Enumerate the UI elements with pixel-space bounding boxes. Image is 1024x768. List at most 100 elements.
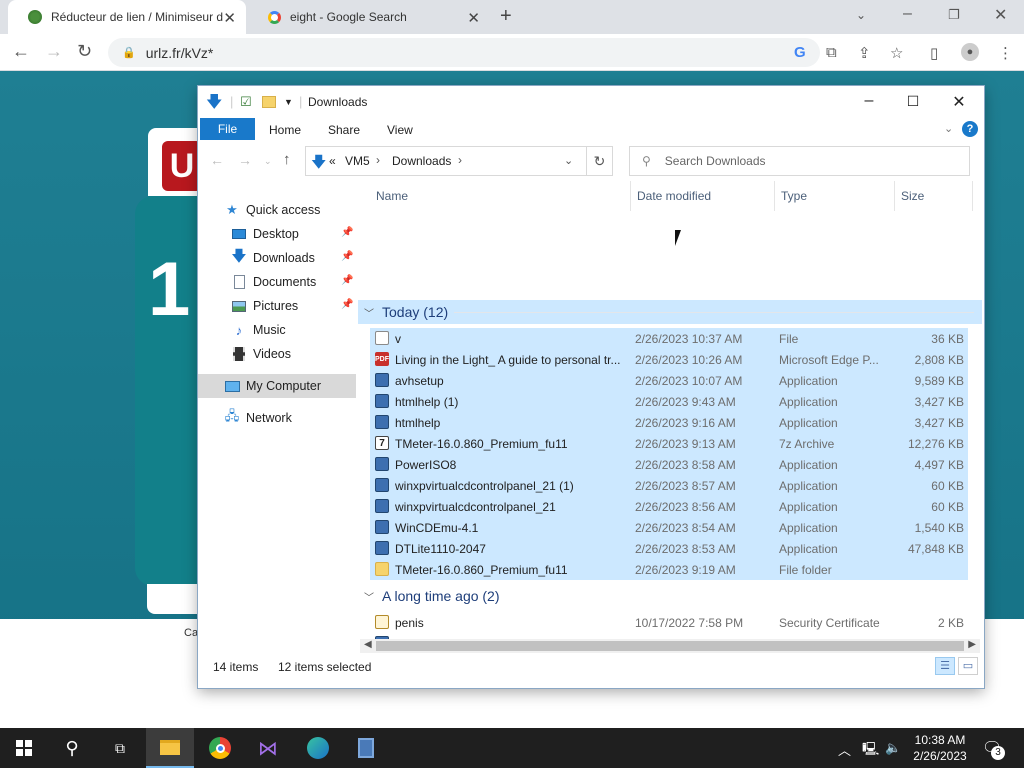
restore-button[interactable]: ❐ — [948, 7, 960, 23]
customize-qat-chevron-icon[interactable]: ▼ — [284, 97, 293, 107]
google-lens-icon[interactable]: G — [794, 44, 806, 61]
nav-item-my-computer[interactable]: My Computer — [198, 374, 356, 398]
file-row[interactable]: WinCDEmu-4.1 2/26/2023 8:54 AM Application… — [370, 517, 968, 538]
file-row[interactable]: PowerISO8 2/26/2023 8:58 AM Application 4,4… — [370, 454, 968, 475]
column-header-name[interactable]: Name — [376, 189, 408, 203]
column-header-size[interactable]: Size — [901, 189, 924, 203]
file-row[interactable]: PDF Living in the Light_ A guide to perso… — [370, 349, 968, 370]
breadcrumb-separator-icon[interactable]: › — [376, 153, 380, 167]
pin-icon[interactable]: 📌 — [341, 275, 353, 286]
address-dropdown-chevron-icon[interactable]: ⌄ — [564, 154, 573, 167]
refresh-icon[interactable]: ↻ — [587, 146, 613, 176]
translate-icon[interactable]: ⧉ — [826, 44, 837, 61]
explorer-forward-icon[interactable]: → — [238, 152, 252, 168]
explorer-address-bar[interactable]: 🡇 « VM5 › Downloads › ⌄ — [305, 146, 587, 176]
tab-search-chevron-icon[interactable]: ⌄ — [856, 8, 866, 22]
breadcrumb-separator-icon[interactable]: › — [458, 153, 462, 167]
reload-icon[interactable]: ↻ — [77, 41, 92, 62]
file-row[interactable]: v 2/26/2023 10:37 AM File 36 KB — [370, 328, 968, 349]
column-header-date-modified[interactable]: Date modified — [637, 189, 711, 203]
profile-avatar-icon[interactable]: ● — [961, 43, 979, 61]
file-row[interactable]: DTLite1110-2047 2/26/2023 8:53 AM Applicat… — [370, 538, 968, 559]
column-divider[interactable] — [630, 181, 631, 211]
nav-item-videos[interactable]: Videos — [198, 342, 356, 366]
visual-studio-icon[interactable]: ⋈ — [244, 728, 292, 768]
column-divider[interactable] — [774, 181, 775, 211]
column-divider[interactable] — [972, 181, 973, 211]
explorer-close-button[interactable]: ✕ — [949, 92, 969, 112]
group-collapse-chevron-icon[interactable]: ﹀ — [364, 589, 374, 604]
scroll-right-arrow-icon[interactable]: ▶ — [968, 639, 976, 650]
help-button[interactable]: ? — [962, 121, 978, 137]
task-view-icon[interactable]: ⧉ — [96, 728, 144, 768]
new-folder-icon[interactable] — [262, 96, 276, 108]
nav-item-pictures[interactable]: Pictures 📌 — [198, 294, 356, 318]
explorer-minimize-button[interactable]: – — [859, 92, 879, 110]
nav-item-quick-access[interactable]: ★ Quick access — [198, 198, 356, 222]
file-row[interactable]: avhsetup 2/26/2023 10:07 AM Application 9,5… — [370, 370, 968, 391]
pin-icon[interactable]: 📌 — [341, 251, 353, 262]
menu-dots-icon[interactable]: ⋮ — [998, 44, 1013, 62]
expand-ribbon-chevron-icon[interactable]: ⌄ — [944, 122, 953, 135]
calculator-icon[interactable] — [342, 728, 390, 768]
file-row[interactable]: TMeter-16.0.860_Premium_fu11 2/26/2023 9:… — [370, 559, 968, 580]
file-row[interactable]: penis 10/17/2022 7:58 PM Security Certific… — [370, 612, 968, 633]
file-row[interactable]: htmlhelp (1) 2/26/2023 9:43 AM Application… — [370, 391, 968, 412]
breadcrumb-downloads[interactable]: Downloads — [392, 154, 451, 168]
file-explorer-icon[interactable] — [146, 728, 194, 768]
column-divider[interactable] — [894, 181, 895, 211]
up-folder-icon[interactable]: ↑ — [283, 151, 291, 168]
file-row[interactable]: winxpvirtualcdcontrolpanel_21 2/26/2023 8… — [370, 496, 968, 517]
recent-locations-chevron-icon[interactable]: ⌄ — [264, 156, 272, 167]
group-header-today[interactable]: ﹀ Today (12) — [358, 300, 982, 324]
breadcrumb-vm5[interactable]: VM5 — [345, 154, 370, 168]
search-icon[interactable]: ⚲ — [48, 728, 96, 768]
side-panel-icon[interactable]: ▯ — [930, 44, 938, 62]
new-tab-button[interactable]: + — [500, 5, 512, 28]
back-arrow-icon[interactable]: ← — [12, 41, 30, 62]
share-icon[interactable]: ⇪ — [858, 44, 871, 62]
explorer-back-icon[interactable]: ← — [210, 152, 224, 168]
ribbon-home-tab[interactable]: Home — [269, 123, 301, 137]
close-tab-icon[interactable]: ✕ — [223, 9, 236, 27]
properties-check-icon[interactable]: ☑ — [240, 94, 252, 110]
close-tab-icon[interactable]: ✕ — [467, 9, 480, 27]
details-view-icon[interactable]: ☰ — [935, 657, 955, 675]
browser-tab[interactable]: eight - Google Search ✕ — [248, 0, 490, 34]
browser-tab-active[interactable]: Réducteur de lien / Minimiseur d ✕ — [8, 0, 246, 34]
forward-arrow-icon[interactable]: → — [45, 41, 63, 62]
explorer-maximize-button[interactable]: ☐ — [903, 93, 923, 110]
nav-item-downloads[interactable]: 🡇 Downloads 📌 — [198, 246, 356, 270]
show-hidden-icons-chevron-icon[interactable]: ︿ — [838, 740, 851, 759]
horizontal-scrollbar[interactable]: ◀ ▶ — [360, 639, 980, 653]
group-header-long-time-ago[interactable]: ﹀ A long time ago (2) — [358, 584, 982, 608]
file-row[interactable]: htmlhelp 2/26/2023 9:16 AM Application 3,42… — [370, 412, 968, 433]
nav-item-documents[interactable]: Documents 📌 — [198, 270, 356, 294]
volume-icon[interactable]: 🔈 — [885, 740, 901, 756]
bookmark-star-icon[interactable]: ☆ — [890, 44, 903, 62]
address-bar[interactable]: 🔒 urlz.fr/kVz* — [108, 38, 820, 67]
ribbon-file-tab[interactable]: File — [200, 118, 255, 140]
pin-icon[interactable]: 📌 — [341, 227, 353, 238]
file-row[interactable]: 7 TMeter-16.0.860_Premium_fu11 2/26/2023 9… — [370, 433, 968, 454]
scroll-left-arrow-icon[interactable]: ◀ — [364, 639, 372, 650]
chrome-icon[interactable] — [196, 728, 244, 768]
nav-item-music[interactable]: ♪ Music — [198, 318, 356, 342]
file-row[interactable]: winxpvirtualcdcontrolpanel_21 (1) 2/26/20… — [370, 475, 968, 496]
start-button[interactable] — [0, 728, 48, 768]
search-downloads-input[interactable]: ⚲ Search Downloads — [629, 146, 970, 176]
pin-icon[interactable]: 📌 — [341, 299, 353, 310]
nav-item-network[interactable]: 🖧 Network — [198, 406, 356, 430]
ribbon-view-tab[interactable]: View — [387, 123, 413, 137]
nav-item-desktop[interactable]: Desktop 📌 — [198, 222, 356, 246]
minimize-button[interactable]: – — [903, 5, 912, 23]
edge-icon[interactable] — [294, 728, 342, 768]
ribbon-share-tab[interactable]: Share — [328, 123, 360, 137]
address-overflow[interactable]: « — [329, 154, 336, 168]
large-icons-view-icon[interactable]: ▭ — [958, 657, 978, 675]
scrollbar-thumb[interactable] — [376, 641, 964, 651]
notifications-icon[interactable]: 🗨3 — [982, 738, 1005, 760]
group-collapse-chevron-icon[interactable]: ﹀ — [364, 305, 374, 320]
column-header-type[interactable]: Type — [781, 189, 807, 203]
network-status-icon[interactable]: 🖳 — [862, 740, 879, 762]
